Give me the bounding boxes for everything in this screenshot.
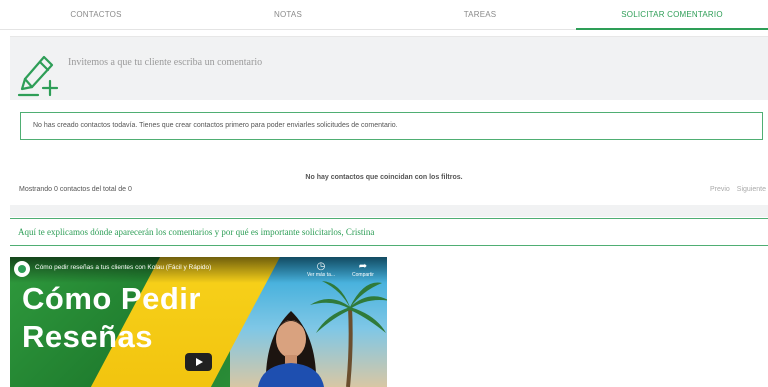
video-title[interactable]: Cómo pedir reseñas a tus clientes con Ko… — [35, 264, 211, 271]
explanation-link[interactable]: Aquí te explicamos dónde aparecerán los … — [18, 227, 374, 237]
tab-tareas[interactable]: TAREAS — [384, 0, 576, 29]
explanation-bar: Aquí te explicamos dónde aparecerán los … — [10, 218, 768, 246]
tab-bar: CONTACTOS NOTAS TAREAS SOLICITAR COMENTA… — [0, 0, 768, 30]
next-page-button[interactable]: Siguiente — [737, 186, 766, 193]
pagination: Previo Siguiente — [710, 186, 766, 193]
showing-count: Mostrando 0 contactos del total de 0 — [19, 186, 132, 193]
video-headline-line1: Cómo Pedir — [22, 281, 201, 316]
share-icon: ➦ — [358, 261, 368, 272]
clock-icon: ◷ — [316, 261, 326, 272]
share-button[interactable]: ➦ Compartir — [348, 261, 378, 278]
pencil-plus-icon — [17, 55, 59, 97]
presenter-image — [258, 311, 324, 387]
watch-later-button[interactable]: ◷ Ver más ta... — [306, 261, 336, 278]
separator-band — [10, 205, 768, 217]
tab-contactos[interactable]: CONTACTOS — [0, 0, 192, 29]
no-results-text: No hay contactos que coincidan con los f… — [305, 174, 463, 181]
previous-page-button[interactable]: Previo — [710, 186, 730, 193]
channel-logo-icon[interactable] — [14, 261, 30, 277]
video-headline-line2: Reseñas — [22, 319, 154, 354]
no-contacts-alert: No has creado contactos todavía. Tienes … — [20, 112, 763, 140]
video-player[interactable]: Cómo pedir reseñas a tus clientes con Ko… — [10, 257, 387, 387]
invite-banner: Invitemos a que tu cliente escriba un co… — [10, 36, 768, 100]
invite-text: Invitemos a que tu cliente escriba un co… — [68, 57, 263, 68]
tab-notas[interactable]: NOTAS — [192, 0, 384, 29]
play-icon[interactable] — [185, 353, 212, 371]
tab-solicitar-comentario[interactable]: SOLICITAR COMENTARIO — [576, 0, 768, 30]
